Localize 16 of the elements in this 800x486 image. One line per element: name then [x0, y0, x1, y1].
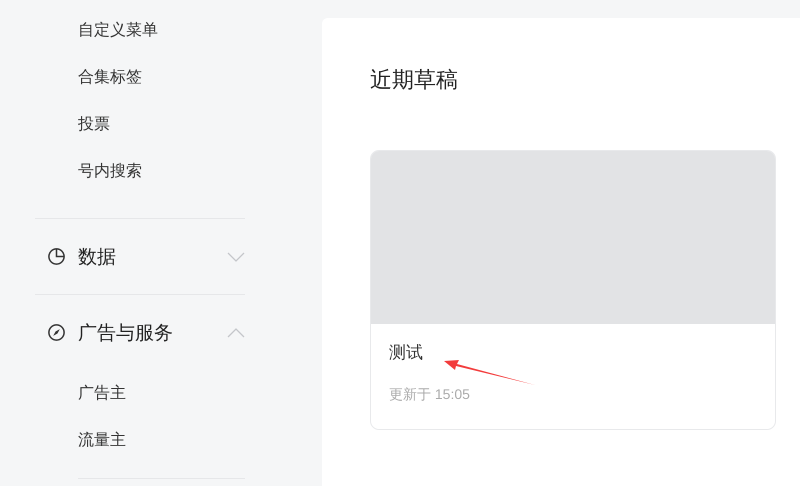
draft-title: 测试: [389, 342, 423, 364]
menu-item[interactable]: 流量主: [0, 417, 134, 464]
menu-item[interactable]: 合集标签: [0, 54, 150, 101]
draft-card[interactable]: 测试 更新于 15:05: [370, 150, 776, 430]
menu-item[interactable]: 投票: [0, 101, 118, 148]
pie-chart-icon: [47, 247, 66, 266]
menu-item[interactable]: 广告主: [0, 370, 134, 417]
menu-section[interactable]: 广告与服务: [0, 295, 245, 370]
menu-item[interactable]: 号内搜索: [0, 148, 150, 195]
chevron-down-icon: [227, 252, 245, 262]
menu-item[interactable]: 自定义菜单: [0, 7, 166, 54]
compass-icon: [47, 323, 66, 342]
update-time: 更新于 15:05: [389, 386, 470, 404]
section-title: 近期草稿: [370, 66, 458, 94]
menu-section[interactable]: 数据: [0, 219, 245, 294]
chevron-up-icon: [227, 328, 245, 338]
